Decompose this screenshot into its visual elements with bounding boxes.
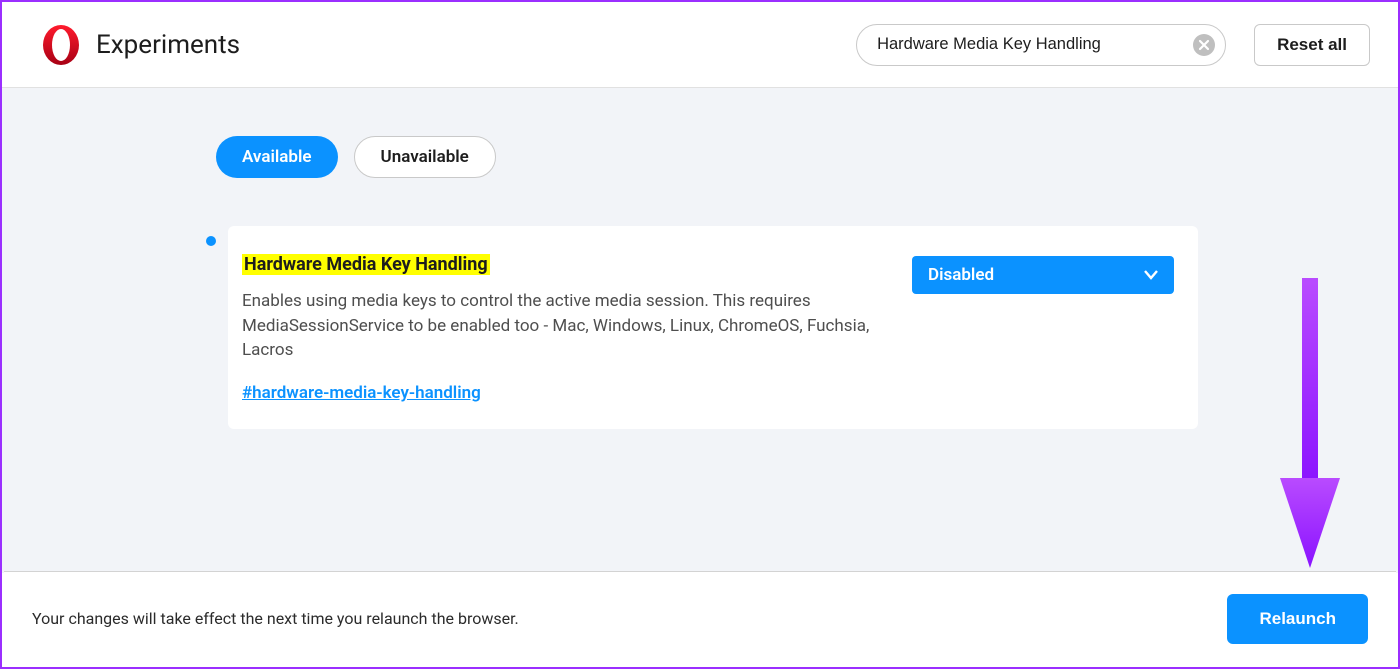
relaunch-message: Your changes will take effect the next t… bbox=[32, 609, 1227, 628]
reset-all-button[interactable]: Reset all bbox=[1254, 24, 1370, 66]
tab-available[interactable]: Available bbox=[216, 136, 338, 178]
flag-card: Hardware Media Key Handling Enables usin… bbox=[228, 226, 1198, 429]
clear-search-icon[interactable] bbox=[1193, 34, 1215, 56]
chevron-down-icon bbox=[1144, 270, 1158, 280]
flag-state-select[interactable]: Disabled bbox=[912, 256, 1174, 294]
flag-description: Enables using media keys to control the … bbox=[242, 289, 882, 363]
header-bar: Experiments Reset all bbox=[2, 2, 1398, 88]
tab-unavailable[interactable]: Unavailable bbox=[354, 136, 496, 178]
content-area: Available Unavailable Hardware Media Key… bbox=[2, 88, 1398, 573]
page-title: Experiments bbox=[96, 30, 856, 60]
relaunch-button[interactable]: Relaunch bbox=[1227, 594, 1368, 644]
flag-row: Hardware Media Key Handling Enables usin… bbox=[206, 226, 1398, 429]
search-box[interactable] bbox=[856, 24, 1226, 66]
flag-title: Hardware Media Key Handling bbox=[242, 254, 490, 275]
tabs: Available Unavailable bbox=[216, 136, 1398, 178]
relaunch-bar: Your changes will take effect the next t… bbox=[4, 571, 1396, 665]
flag-hash-link[interactable]: #hardware-media-key-handling bbox=[242, 383, 481, 403]
opera-logo-icon bbox=[40, 24, 82, 66]
modified-indicator-icon bbox=[206, 236, 216, 246]
search-input[interactable] bbox=[877, 35, 1193, 54]
flag-state-value: Disabled bbox=[928, 265, 994, 285]
